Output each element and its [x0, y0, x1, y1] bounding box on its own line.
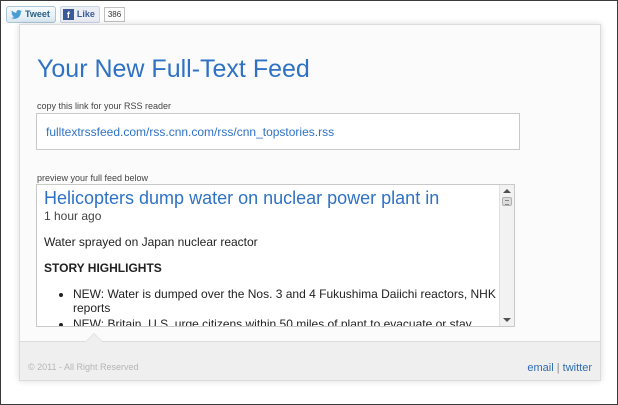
feed-preview-content: Helicopters dump water on nuclear power … [37, 185, 499, 326]
like-label: Like [76, 9, 95, 19]
scroll-thumb[interactable] [502, 197, 512, 206]
rss-link-box[interactable]: fulltextrssfeed.com/rss.cnn.com/rss/cnn_… [36, 113, 520, 150]
social-share-bar: Tweet f Like 386 [6, 5, 126, 23]
footer-link-separator: | [556, 362, 560, 374]
rss-feed-link[interactable]: fulltextrssfeed.com/rss.cnn.com/rss/cnn_… [46, 125, 334, 139]
article-summary: Water sprayed on Japan nuclear reactor [44, 235, 258, 249]
browser-viewport: Tweet f Like 386 Your New Full-Text Feed… [0, 0, 618, 405]
tweet-button[interactable]: Tweet [6, 5, 56, 23]
scroll-up-arrow-icon[interactable] [503, 189, 511, 193]
preview-scrollbar[interactable] [499, 185, 514, 326]
story-highlights-heading: STORY HIGHLIGHTS [44, 261, 162, 275]
preview-label: preview your full feed below [37, 173, 149, 183]
card-footer: © 2011 - All Right Reserved email | twit… [20, 333, 600, 380]
footer-notch [85, 333, 103, 342]
twitter-link[interactable]: twitter [563, 362, 592, 374]
like-count-badge: 386 [103, 6, 126, 22]
email-link[interactable]: email [527, 362, 553, 374]
rss-link-label: copy this link for your RSS reader [37, 101, 172, 111]
article-timestamp: 1 hour ago [44, 209, 102, 223]
feed-preview-box[interactable]: Helicopters dump water on nuclear power … [36, 184, 515, 327]
highlight-item: NEW: Britain, U.S. urge citizens within … [73, 317, 499, 326]
facebook-f-icon: f [62, 8, 74, 20]
page-title: Your New Full-Text Feed [37, 55, 310, 83]
tweet-label: Tweet [25, 9, 50, 19]
story-highlights-list: NEW: Water is dumped over the Nos. 3 and… [44, 287, 499, 326]
facebook-like-button[interactable]: f Like [59, 5, 100, 23]
highlight-item: NEW: Water is dumped over the Nos. 3 and… [73, 287, 499, 315]
copyright-text: © 2011 - All Right Reserved [28, 362, 139, 372]
article-title[interactable]: Helicopters dump water on nuclear power … [44, 187, 499, 209]
twitter-bird-icon [11, 9, 22, 19]
feed-card: Your New Full-Text Feed copy this link f… [19, 24, 601, 381]
scroll-down-arrow-icon[interactable] [503, 318, 511, 322]
footer-links: email | twitter [527, 362, 592, 374]
